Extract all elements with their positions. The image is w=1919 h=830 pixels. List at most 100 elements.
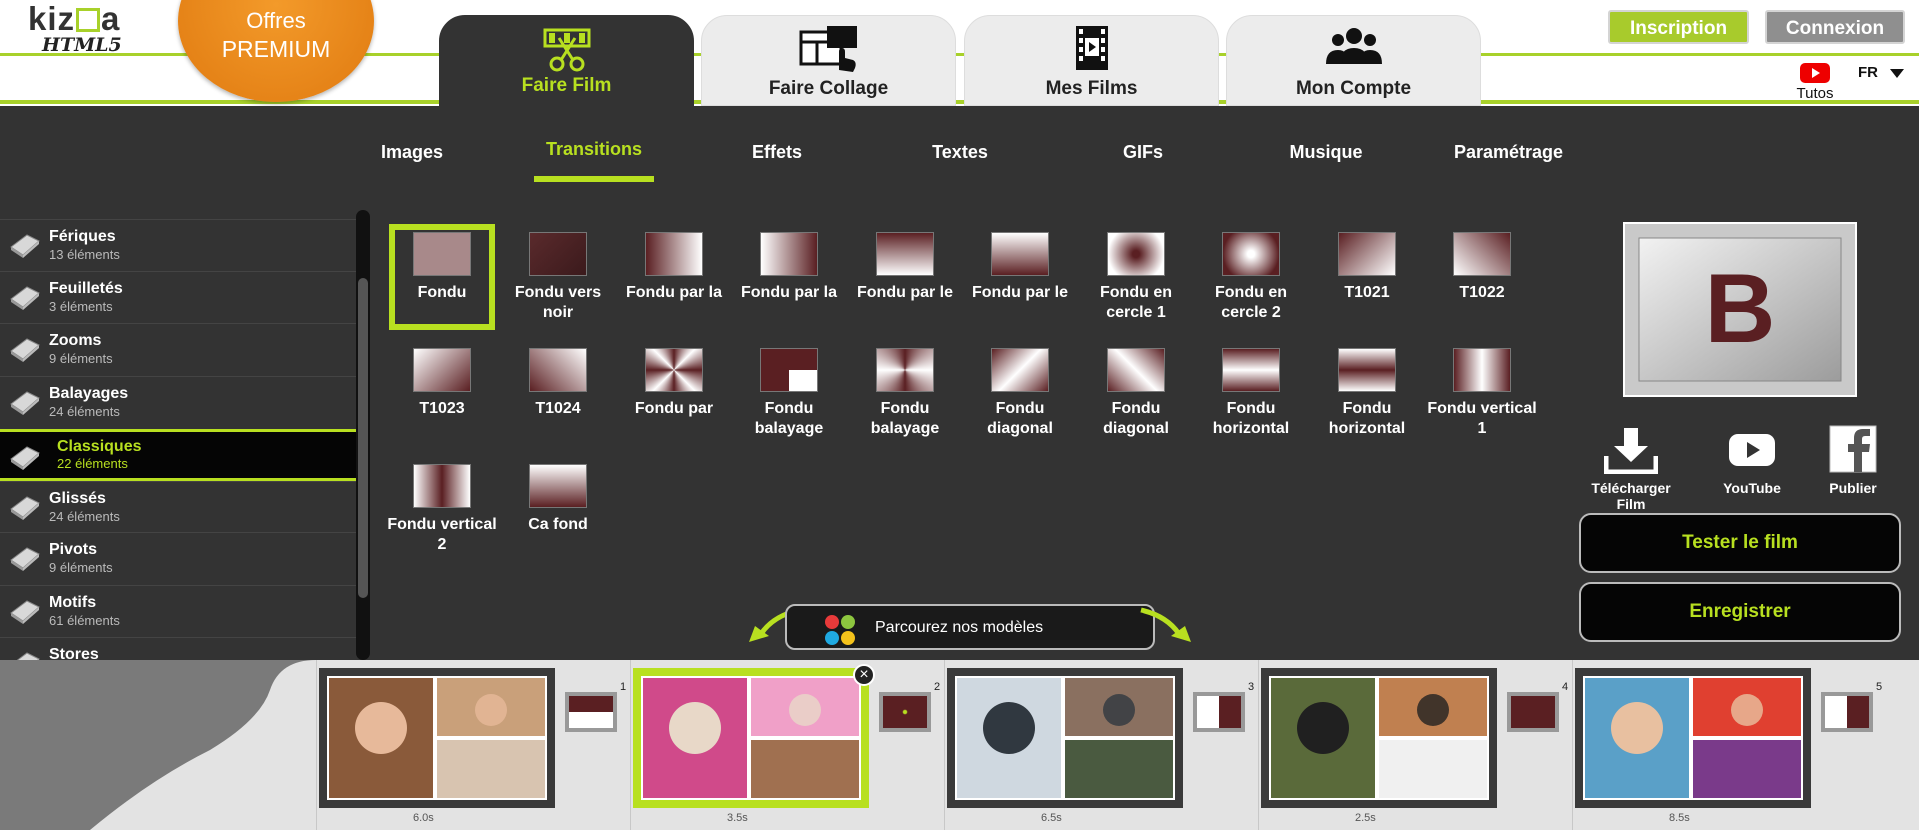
download-film-button[interactable]: Télécharger Film	[1578, 426, 1684, 512]
category-item[interactable]: Zooms 9 éléments	[0, 323, 357, 375]
slide-duration: 6.0s	[413, 812, 434, 824]
transition-item[interactable]: Fondu	[384, 232, 500, 323]
save-button[interactable]: Enregistrer	[1579, 582, 1901, 642]
transition-thumbnail	[1107, 232, 1165, 276]
slide-transition-thumbnail[interactable]	[879, 692, 931, 732]
browse-templates-button[interactable]: Parcourez nos modèles	[785, 604, 1155, 650]
book-icon	[10, 446, 40, 470]
transition-label: Fondu par le	[972, 284, 1068, 301]
transition-item[interactable]: T1021	[1309, 232, 1425, 323]
tutorials-link[interactable]: Tutos	[1790, 63, 1840, 102]
transition-item[interactable]: T1024	[500, 348, 616, 439]
slide-frame[interactable]	[319, 668, 555, 808]
transition-item[interactable]: Fondu par le	[962, 232, 1078, 323]
timeline-slide[interactable]: 4 2.5s	[1258, 660, 1572, 830]
transition-item[interactable]: Ca fond	[500, 464, 616, 555]
test-film-button[interactable]: Tester le film	[1579, 513, 1901, 573]
slide-transition-thumbnail[interactable]	[1821, 692, 1873, 732]
transition-label: Fondu horizontal	[1212, 400, 1290, 437]
subtab-transitions[interactable]: Transitions	[534, 139, 654, 160]
transition-item[interactable]: Fondu balayage	[847, 348, 963, 439]
premium-offers-button[interactable]: Offres PREMIUM	[178, 0, 374, 102]
slide-frame[interactable]	[947, 668, 1183, 808]
transition-label: Fondu horizontal	[1328, 400, 1406, 437]
transition-item[interactable]: Fondu par le	[847, 232, 963, 323]
signup-button[interactable]: Inscription	[1608, 10, 1749, 44]
transition-item[interactable]: Fondu vertical 2	[384, 464, 500, 555]
collage-icon	[799, 26, 857, 72]
close-icon[interactable]: ×	[853, 664, 875, 686]
category-item[interactable]: Fériques 13 éléments	[0, 219, 357, 271]
transition-item[interactable]: Fondu par	[616, 348, 732, 439]
transition-label: Fondu vertical 2	[387, 516, 497, 553]
subtab-effets[interactable]: Effets	[737, 142, 817, 163]
arrow-right-icon[interactable]	[1137, 606, 1197, 648]
category-item[interactable]: Feuilletés 3 éléments	[0, 271, 357, 323]
transition-thumbnail	[876, 232, 934, 276]
logo[interactable]: kiz a HTML5	[28, 2, 148, 56]
logo-subtitle: HTML5	[42, 34, 122, 56]
subtab-parametrage[interactable]: Paramétrage	[1446, 142, 1571, 163]
transition-item[interactable]: T1023	[384, 348, 500, 439]
youtube-share-button[interactable]: YouTube	[1722, 426, 1782, 496]
transition-item[interactable]: Fondu en cercle 1	[1078, 232, 1194, 323]
tab-mon-compte[interactable]: Mon Compte	[1226, 15, 1481, 106]
subtab-gifs[interactable]: GIFs	[1103, 142, 1183, 163]
timeline-slide[interactable]: 2 3.5s ×	[630, 660, 944, 830]
category-item[interactable]: Classiques 22 éléments	[0, 429, 357, 481]
transition-item[interactable]: T1022	[1424, 232, 1540, 323]
timeline-slide[interactable]: 5 8.5s	[1572, 660, 1886, 830]
slide-transition-thumbnail[interactable]	[1507, 692, 1559, 732]
timeline-slide[interactable]: 1 6.0s	[316, 660, 630, 830]
transition-label: Fondu	[417, 284, 467, 301]
subtab-textes[interactable]: Textes	[920, 142, 1000, 163]
transition-item[interactable]: Fondu horizontal	[1309, 348, 1425, 439]
category-item[interactable]: Balayages 24 éléments	[0, 376, 357, 428]
slide-transition-thumbnail[interactable]	[1193, 692, 1245, 732]
category-item[interactable]: Glissés 24 éléments	[0, 481, 357, 533]
transition-item[interactable]: Fondu horizontal	[1193, 348, 1309, 439]
subtab-images[interactable]: Images	[372, 142, 452, 163]
timeline-decoration	[0, 660, 316, 830]
book-icon	[16, 652, 40, 660]
tab-faire-film[interactable]: Faire Film	[439, 15, 694, 106]
login-button[interactable]: Connexion	[1765, 10, 1905, 44]
slide-transition-thumbnail[interactable]	[565, 692, 617, 732]
subtab-musique[interactable]: Musique	[1276, 142, 1376, 163]
transition-item[interactable]: Fondu balayage	[731, 348, 847, 439]
transition-item[interactable]: Fondu vers noir	[500, 232, 616, 323]
category-item[interactable]: Stores	[0, 637, 357, 660]
youtube-icon	[1729, 434, 1775, 466]
tab-mes-films[interactable]: Mes Films	[964, 15, 1219, 106]
facebook-publish-button[interactable]: Publier	[1823, 424, 1883, 496]
category-count: 24 éléments	[49, 404, 120, 419]
tab-faire-collage[interactable]: Faire Collage	[701, 15, 956, 106]
transition-label: Ca fond	[528, 516, 588, 533]
transition-preview: B	[1623, 222, 1857, 397]
transition-label: Fondu par le	[857, 284, 953, 301]
transition-item[interactable]: Fondu diagonal	[962, 348, 1078, 439]
language-select[interactable]: FR	[1858, 64, 1904, 81]
transition-item[interactable]: Fondu par la	[731, 232, 847, 323]
category-name: Classiques	[57, 438, 142, 455]
slide-photo	[641, 676, 861, 800]
active-tab-indicator	[534, 176, 654, 182]
category-count: 22 éléments	[57, 456, 128, 471]
transition-item[interactable]: Fondu diagonal	[1078, 348, 1194, 439]
transition-label: T1023	[419, 400, 465, 417]
transition-thumbnail	[645, 348, 703, 392]
slide-frame[interactable]	[633, 668, 869, 808]
transition-item[interactable]: Fondu vertical 1	[1424, 348, 1540, 439]
transition-item[interactable]: Fondu par la	[616, 232, 732, 323]
category-item[interactable]: Motifs 61 éléments	[0, 585, 357, 637]
slide-frame[interactable]	[1575, 668, 1811, 808]
transition-thumbnail	[1338, 348, 1396, 392]
slide-frame[interactable]	[1261, 668, 1497, 808]
transition-thumbnail	[1222, 232, 1280, 276]
category-item[interactable]: Pivots 9 éléments	[0, 532, 357, 584]
transition-item[interactable]: Fondu en cercle 2	[1193, 232, 1309, 323]
timeline-slide[interactable]: 3 6.5s	[944, 660, 1258, 830]
category-count: 13 éléments	[49, 247, 120, 262]
category-scrollbar-thumb[interactable]	[358, 278, 368, 598]
category-name: Glissés	[49, 490, 106, 507]
